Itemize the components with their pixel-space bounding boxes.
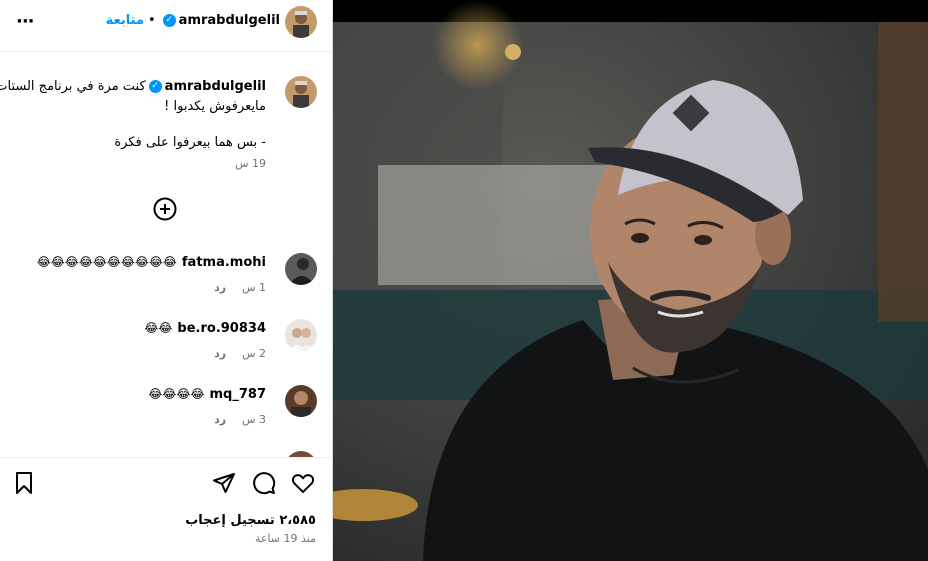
caption-line-2: مايعرفوش يكدبوا ! [164,99,266,114]
more-options-icon[interactable]: ··· [16,11,34,32]
caption-time: 19 س [235,157,266,170]
load-more-comments-icon[interactable] [152,196,178,222]
verified-icon: ✓ [148,80,162,93]
post-timestamp: منذ 19 ساعة [254,532,316,545]
comment-text: 😂😂 [144,321,173,335]
separator-dot: • [148,13,156,28]
caption-line-3: - بس هما بيعرفوا على فكرة [114,135,266,150]
video-frame-illustration [333,0,928,561]
comment-username[interactable]: be.ro.90834 [177,321,266,336]
post-header: amrabdulgelil✓ • متابعة ··· [0,0,332,52]
comment-time: 1 س [242,281,266,294]
commenter-avatar[interactable] [285,253,317,285]
bookmark-icon[interactable] [11,470,37,496]
caption-avatar[interactable] [285,76,317,108]
likes-count[interactable]: ٢،٥٨٥ تسجيل إعجاب [185,513,316,528]
reply-button[interactable]: رد [214,413,226,426]
comment-username[interactable]: mq_787 [210,387,267,402]
post-media-image[interactable] [333,0,928,561]
comment-text: 😂😂😂😂 [148,387,205,401]
commenter-avatar[interactable] [285,319,317,351]
follow-button[interactable]: متابعة [106,13,144,28]
caption-line-1: كنت مرة في برنامج الستات [0,79,146,94]
reply-button[interactable]: رد [214,281,226,294]
share-icon[interactable] [211,470,237,496]
heart-icon[interactable] [290,470,316,496]
comment-username[interactable]: fatma.mohi [182,255,266,270]
caption-username[interactable]: amrabdulgelil [165,79,266,94]
author-username[interactable]: amrabdulgelil [179,13,280,28]
commenter-avatar[interactable] [285,385,317,417]
reply-button[interactable]: رد [214,347,226,360]
comment-icon[interactable] [251,470,277,496]
comment-text: 😂😂😂😂😂😂😂😂😂😂 [36,255,177,269]
action-bar: ٢،٥٨٥ تسجيل إعجاب منذ 19 ساعة [0,457,332,561]
comment-time: 2 س [242,347,266,360]
author-avatar[interactable] [285,6,317,38]
comment-time: 3 س [242,413,266,426]
verified-icon: ✓ [162,14,176,27]
post-side-panel: amrabdulgelil✓•متابعة ··· amrabdulgelil✓… [0,0,333,561]
